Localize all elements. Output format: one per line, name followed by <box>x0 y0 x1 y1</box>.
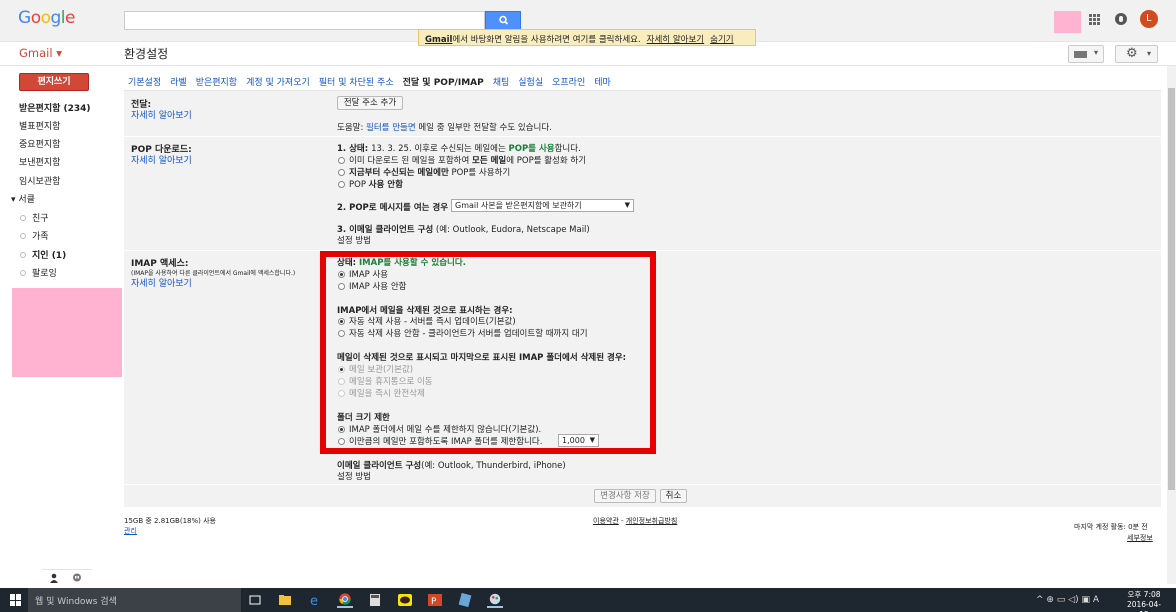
paint-app-icon[interactable] <box>487 592 503 608</box>
notice-learn-more-link[interactable]: 자세히 알아보기 <box>647 35 704 45</box>
search-input[interactable] <box>124 11 485 30</box>
sidebar-circle-family[interactable]: 가족 <box>20 229 49 242</box>
manage-storage-link[interactable]: 관리 <box>124 526 137 536</box>
edge-icon[interactable]: e <box>307 592 323 608</box>
windows-start-icon[interactable] <box>10 594 22 606</box>
create-filter-link[interactable]: 필터를 만들면 <box>366 123 416 133</box>
pop-action-select[interactable]: Gmail 사본을 받은편지함에 보관하기 ▼ <box>451 199 634 212</box>
powerpoint-icon[interactable]: P <box>427 592 443 608</box>
details-link[interactable]: 세부정보 <box>1127 533 1153 543</box>
header-divider <box>0 65 1176 66</box>
redacted-block <box>12 288 122 377</box>
sidebar-item-starred[interactable]: 별표편지함 <box>19 119 60 132</box>
pop-option-new[interactable]: 지금부터 수신되는 메일에만 POP를 사용하기 <box>338 166 510 178</box>
imap-learn-more-link[interactable]: 자세히 알아보기 <box>131 276 192 289</box>
svg-text:e: e <box>310 594 318 608</box>
system-tray-icons[interactable]: ^ ⊕ ▭ ◁) ▣ A <box>1036 595 1099 605</box>
notes-app-icon[interactable] <box>457 592 473 608</box>
cancel-button[interactable]: 취소 <box>660 489 687 503</box>
terms-link[interactable]: 이용약관 <box>593 517 619 525</box>
desktop-notification-banner[interactable]: Gmail에서 바탕화면 알림을 사용하려면 여기를 클릭하세요. 자세히 알아보… <box>418 29 756 46</box>
sidebar-item-inbox[interactable]: 받은편지함 (234) <box>19 101 91 114</box>
search-button[interactable] <box>485 11 521 30</box>
imap-client-config: 이메일 클라이언트 구성(예: Outlook, Thunderbird, iP… <box>337 461 566 471</box>
privacy-link[interactable]: 개인정보취급방침 <box>626 517 678 525</box>
search-icon <box>499 15 509 25</box>
sidebar-circle-friends[interactable]: 친구 <box>20 211 49 224</box>
circle-icon <box>20 252 26 258</box>
pop-setup-link[interactable]: 설정 방법 <box>337 234 371 246</box>
notifications-icon[interactable] <box>1115 13 1127 25</box>
radio-button[interactable] <box>338 181 345 188</box>
avatar[interactable]: L <box>1140 10 1158 28</box>
radio-button[interactable] <box>338 169 345 176</box>
row-divider <box>124 136 1161 137</box>
dropdown-arrow-icon: ▼ <box>624 201 630 209</box>
sidebar-circles-header[interactable]: ▾ 서클 <box>11 192 35 205</box>
pop-option-disable[interactable]: POP 사용 안함 <box>338 178 403 190</box>
settings-tabs: 기본설정 라벨 받은편지함 계정 및 가져오기 필터 및 차단된 주소 전달 및 POP/… <box>128 75 620 88</box>
storage-usage: 15GB 중 2.81GB(18%) 사용 <box>124 517 216 525</box>
tab-inbox[interactable]: 받은편지함 <box>196 78 237 88</box>
sidebar-circle-acquaintances[interactable]: 지인 (1) <box>20 248 66 261</box>
last-activity: 마지막 계정 활동: 0분 전 <box>1074 523 1148 531</box>
pop-status: 1. 상태: 13. 3. 25. 이후로 수신되는 메일에는 POP를 사용합… <box>337 144 581 154</box>
sidebar-item-drafts[interactable]: 임시보관함 <box>19 174 60 187</box>
tab-chat[interactable]: 채팅 <box>493 78 510 88</box>
google-logo[interactable]: Google <box>18 8 75 28</box>
compose-button[interactable]: 편지쓰기 <box>19 73 89 91</box>
highlight-box <box>320 251 656 454</box>
sidebar-bottom-bar <box>42 569 92 586</box>
tab-labels[interactable]: 라벨 <box>170 78 187 88</box>
scrollbar-thumb[interactable] <box>1168 88 1175 490</box>
chrome-icon[interactable] <box>337 592 353 608</box>
sidebar-item-important[interactable]: 중요편지함 <box>19 137 60 150</box>
circle-icon <box>20 233 26 239</box>
file-explorer-icon[interactable] <box>277 592 293 608</box>
hangouts-icon[interactable] <box>72 573 82 583</box>
tab-general[interactable]: 기본설정 <box>128 78 161 88</box>
pop-learn-more-link[interactable]: 자세히 알아보기 <box>131 153 192 166</box>
taskbar-clock[interactable]: 오후 7:082016-04-15 <box>1124 590 1164 612</box>
imap-setup-link[interactable]: 설정 방법 <box>337 470 371 482</box>
calculator-icon[interactable] <box>367 592 383 608</box>
settings-button[interactable]: ⚙ ▾ <box>1115 45 1158 63</box>
forwarding-learn-more-link[interactable]: 자세히 알아보기 <box>131 108 192 121</box>
chevron-down-icon: ▾ <box>1147 49 1152 58</box>
redacted-block <box>1054 11 1081 33</box>
row-divider <box>124 484 1161 485</box>
input-tools-button[interactable] <box>1068 45 1104 63</box>
add-forwarding-address-button[interactable]: 전달 주소 추가 <box>337 96 403 110</box>
kakaotalk-icon[interactable] <box>397 592 413 608</box>
forwarding-tip: 도움말: 필터를 만들면 메일 중 일부만 전달할 수도 있습니다. <box>337 123 552 133</box>
circle-icon <box>20 270 26 276</box>
sidebar-item-sent[interactable]: 보낸편지함 <box>19 155 60 168</box>
tab-labs[interactable]: 실험실 <box>518 78 543 88</box>
person-icon[interactable] <box>49 573 59 583</box>
circle-icon <box>20 215 26 221</box>
windows-taskbar: 웹 및 Windows 검색 e P ^ ⊕ ▭ ◁) ▣ A 오후 7:08 2… <box>0 588 1176 612</box>
apps-grid-icon[interactable] <box>1089 14 1100 25</box>
taskbar-search-input[interactable]: 웹 및 Windows 검색 <box>28 588 241 612</box>
pop-client-config: 3. 이메일 클라이언트 구성 (예: Outlook, Eudora, Net… <box>337 225 590 235</box>
page-title: 환경설정 <box>124 47 169 61</box>
pop-option-all[interactable]: 이미 다운로드 된 메일을 포함하여 모든 메일에 POP를 활성화 하기 <box>338 154 586 166</box>
tab-themes[interactable]: 테마 <box>594 78 611 88</box>
tab-filters[interactable]: 필터 및 차단된 주소 <box>319 78 394 88</box>
footer-links: 이용약관 - 개인정보취급방침 <box>593 517 678 525</box>
svg-text:P: P <box>431 597 437 607</box>
tab-accounts[interactable]: 계정 및 가져오기 <box>246 78 310 88</box>
sidebar-circle-following[interactable]: 팔로잉 <box>20 266 57 279</box>
gmail-menu[interactable]: Gmail ▾ <box>19 46 62 60</box>
notice-hide-link[interactable]: 숨기기 <box>710 35 733 45</box>
tab-offline[interactable]: 오프라인 <box>552 78 585 88</box>
radio-button[interactable] <box>338 157 345 164</box>
task-view-icon[interactable] <box>247 592 263 608</box>
save-changes-button[interactable]: 변경사항 저장 <box>594 489 656 503</box>
pop-when-accessed: 2. POP로 메시지를 여는 경우 <box>337 203 449 213</box>
tab-forwarding-pop-imap[interactable]: 전달 및 POP/IMAP <box>403 78 484 88</box>
gear-icon: ⚙ <box>1126 46 1138 61</box>
